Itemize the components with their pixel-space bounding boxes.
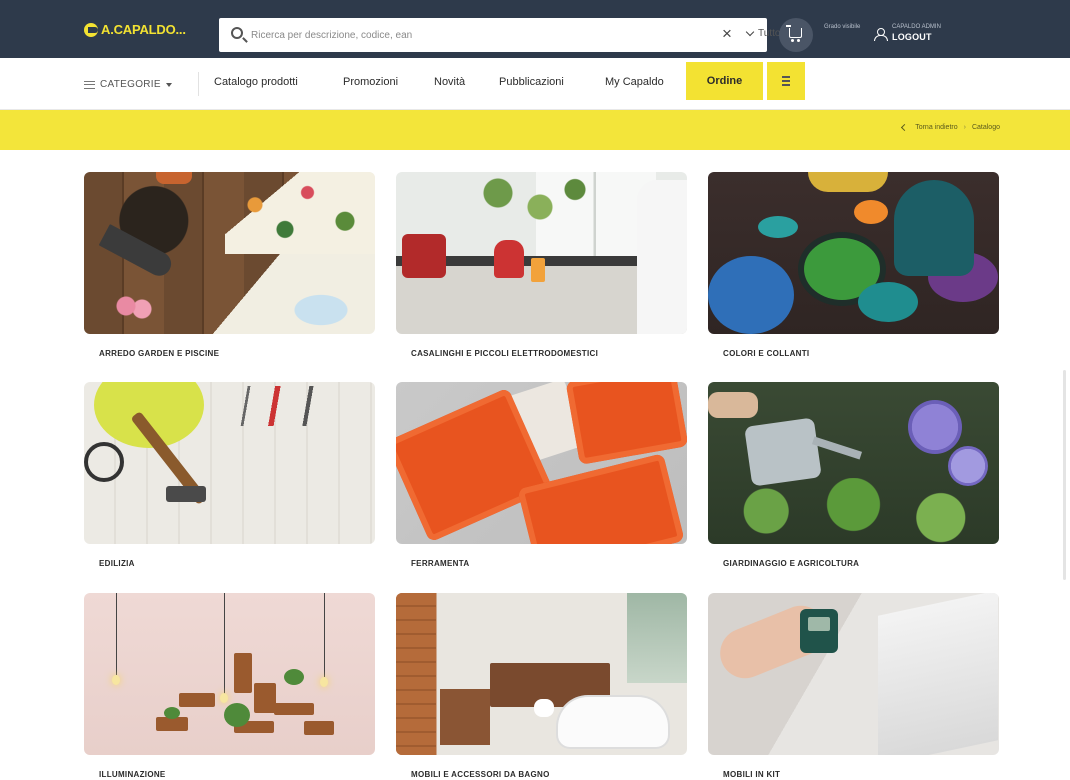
category-label[interactable]: GIARDINAGGIO E AGRICOLTURA: [723, 559, 859, 568]
close-icon[interactable]: ×: [719, 25, 735, 42]
furniture-assembly-photo[interactable]: [708, 593, 999, 755]
category-label[interactable]: ILLUMINAZIONE: [99, 770, 166, 779]
ordine-button[interactable]: Ordine: [686, 62, 763, 100]
category-card-giardinaggio[interactable]: GIARDINAGGIO E AGRICOLTURA: [708, 382, 999, 568]
order-list-button[interactable]: [767, 62, 805, 100]
hamburger-icon: [84, 80, 95, 89]
nav-promozioni[interactable]: Promozioni: [343, 76, 398, 88]
category-label[interactable]: CASALINGHI E PICCOLI ELETTRODOMESTICI: [411, 349, 598, 358]
caret-down-icon: [165, 83, 172, 87]
category-card-casalinghi[interactable]: CASALINGHI E PICCOLI ELETTRODOMESTICI: [396, 172, 687, 358]
garden-tools-photo[interactable]: [84, 172, 375, 334]
logo-mark-icon: [84, 22, 98, 37]
category-card-edilizia[interactable]: EDILIZIA: [84, 382, 375, 568]
nav-novita[interactable]: Novità: [434, 76, 465, 88]
categories-label: CATEGORIE: [100, 79, 161, 90]
category-card-colori[interactable]: COLORI E COLLANTI: [708, 172, 999, 358]
nav-catalogo-prodotti[interactable]: Catalogo prodotti: [214, 76, 298, 88]
user-icon[interactable]: [874, 28, 888, 41]
breadcrumb: Torna indietro › Catalogo: [901, 123, 1000, 132]
category-label[interactable]: FERRAMENTA: [411, 559, 469, 568]
category-card-garden[interactable]: ARREDO GARDEN E PISCINE: [84, 172, 375, 358]
category-card-mobili-kit[interactable]: MOBILI IN KIT: [708, 593, 999, 779]
hanging-lights-photo[interactable]: [84, 593, 375, 755]
search-icon: [231, 27, 243, 39]
watering-garden-photo[interactable]: [708, 382, 999, 544]
breadcrumb-back-link[interactable]: Torna indietro: [915, 124, 957, 131]
cart-button[interactable]: [779, 18, 813, 52]
color-pigments-photo[interactable]: [708, 172, 999, 334]
breadcrumb-current: Catalogo: [971, 124, 1000, 131]
category-card-ferramenta[interactable]: FERRAMENTA: [396, 382, 687, 568]
nav-my-capaldo[interactable]: My Capaldo: [605, 76, 664, 88]
categories-menu-button[interactable]: CATEGORIE: [84, 79, 172, 90]
user-status-text: Grado visibile: [824, 24, 861, 30]
logo-text: A.CAPALDO...: [101, 22, 186, 37]
hardware-trays-photo[interactable]: [396, 382, 687, 544]
main-nav: CATEGORIE Catalogo prodotti Promozioni N…: [0, 58, 1070, 110]
construction-tools-photo[interactable]: [84, 382, 375, 544]
kitchen-appliances-photo[interactable]: [396, 172, 687, 334]
user-name: CAPALDO ADMIN: [892, 24, 941, 30]
chevron-left-icon[interactable]: [901, 123, 909, 132]
list-icon: [782, 76, 790, 86]
chevron-down-icon[interactable]: [745, 27, 755, 37]
category-label[interactable]: MOBILI IN KIT: [723, 770, 780, 779]
scrollbar[interactable]: [1063, 370, 1066, 580]
logout-link[interactable]: LOGOUT: [892, 32, 932, 42]
brand-logo[interactable]: A.CAPALDO...: [84, 22, 186, 37]
category-card-illuminazione[interactable]: ILLUMINAZIONE: [84, 593, 375, 779]
nav-divider: [198, 72, 199, 96]
bathroom-furniture-photo[interactable]: [396, 593, 687, 755]
search-input[interactable]: [251, 18, 501, 52]
category-label[interactable]: ARREDO GARDEN E PISCINE: [99, 349, 219, 358]
category-label[interactable]: EDILIZIA: [99, 559, 135, 568]
search-scope-select[interactable]: Tutto: [758, 28, 780, 39]
category-card-bagno[interactable]: MOBILI E ACCESSORI DA BAGNO: [396, 593, 687, 779]
top-header: A.CAPALDO... × Tutto Grado visibile CAPA…: [0, 0, 1070, 58]
cart-icon: [786, 25, 802, 42]
nav-pubblicazioni[interactable]: Pubblicazioni: [499, 76, 564, 88]
search-bar: × Tutto: [219, 18, 780, 52]
category-label[interactable]: MOBILI E ACCESSORI DA BAGNO: [411, 770, 550, 779]
breadcrumb-separator: ›: [963, 124, 966, 131]
category-label[interactable]: COLORI E COLLANTI: [723, 349, 809, 358]
breadcrumb-strip: Torna indietro › Catalogo: [0, 110, 1070, 150]
